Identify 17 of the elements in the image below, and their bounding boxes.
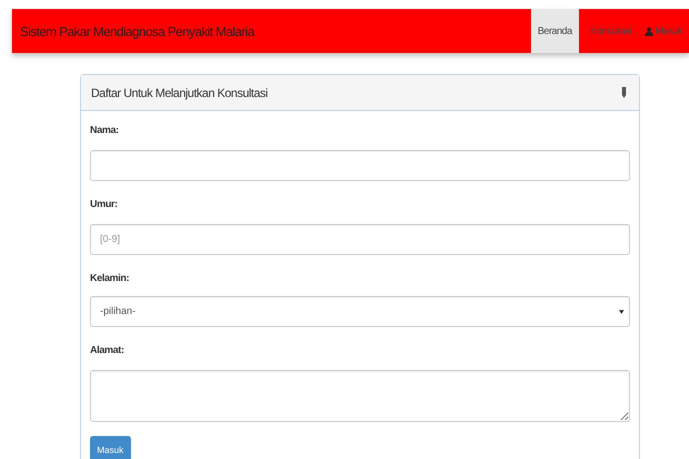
nav-link[interactable]: Beranda (530, 9, 579, 53)
user-icon (645, 26, 654, 36)
panel-title: Daftar Untuk Melanjutkan Konsultasi (91, 86, 268, 100)
field-label: Kelamin: (90, 273, 130, 284)
field-label: Umur: (90, 199, 118, 210)
field-label: Alamat: (90, 345, 125, 356)
textarea-field[interactable] (90, 370, 630, 422)
select-field[interactable]: -pilihan- (90, 296, 630, 327)
input-field[interactable] (90, 150, 630, 181)
caret-icon (619, 310, 624, 314)
brand-title[interactable]: Sistem Pakar Mendiagnosa Penyakit Malaria (12, 24, 254, 38)
pencil-icon (620, 87, 628, 98)
nav-link[interactable]: Masuk (638, 9, 689, 53)
field-label: Nama: (90, 125, 120, 136)
nav-link[interactable]: Konsultasi (582, 9, 638, 53)
input-field[interactable]: [0-9] (90, 224, 630, 255)
submit-button[interactable]: Masuk (90, 436, 131, 459)
